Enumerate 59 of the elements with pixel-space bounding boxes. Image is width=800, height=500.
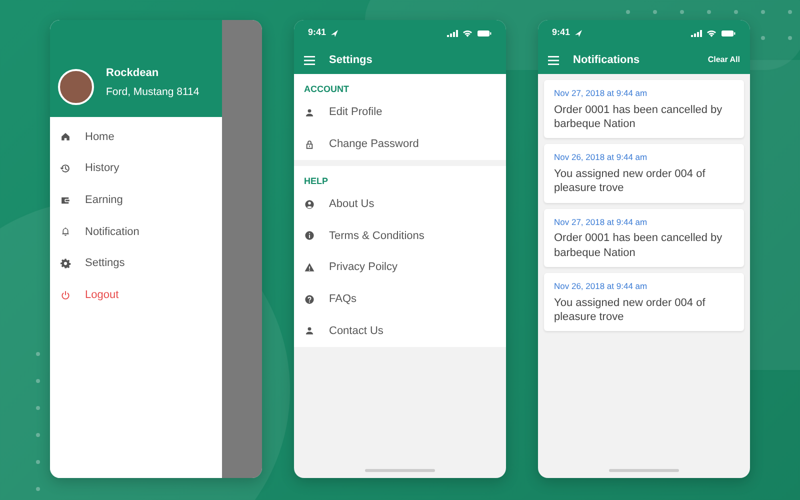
option-row[interactable]: FAQs (294, 283, 506, 316)
notification-time: Nov 26, 2018 at 9:44 am (554, 151, 648, 164)
person-icon (304, 325, 315, 336)
signal-icon (447, 29, 458, 37)
battery-icon (721, 30, 736, 36)
clear-all-button[interactable]: Clear All (708, 54, 740, 66)
notification-card[interactable]: Nov 26, 2018 at 9:44 am You assigned new order 004 of pleasure trove (544, 273, 744, 332)
profile-name: Rockdean (106, 66, 160, 81)
notification-message: You assigned new order 004 of pleasure trove (554, 296, 706, 324)
notification-message: Order 0001 has been cancelled by barbeque Nation (554, 102, 724, 132)
logout-item[interactable]: Logout (50, 279, 222, 312)
power-icon (60, 290, 71, 301)
info-icon (304, 230, 315, 242)
option-row[interactable]: Privacy Poilcy (294, 252, 506, 284)
menu-item[interactable]: Earning (50, 184, 222, 216)
notification-card[interactable]: Nov 27, 2018 at 9:44 am Order 0001 has been cancelled by barbeque Nation (544, 80, 744, 138)
option-row[interactable]: Terms & Conditions (294, 220, 506, 252)
menu-item[interactable]: Home (50, 121, 222, 153)
menu-item[interactable]: Notification (50, 216, 222, 248)
home-indicator (365, 469, 435, 472)
screen-title: Notifications (573, 52, 640, 68)
notification-message: You assigned new order 004 of pleasure trove (554, 167, 706, 196)
menu-item[interactable]: Settings (50, 248, 222, 280)
notification-message: Order 0001 has been cancelled by barbeque Nation (554, 231, 724, 260)
signal-icon (691, 29, 702, 37)
lock-icon (304, 138, 315, 150)
home-icon (60, 131, 71, 142)
wifi-icon (706, 29, 717, 37)
option-row[interactable]: Contact Us (294, 315, 506, 347)
home-indicator (609, 469, 679, 472)
section-heading: HELP (303, 174, 330, 188)
menu-item[interactable]: History (50, 152, 222, 184)
notification-time: Nov 27, 2018 at 9:44 am (554, 216, 648, 228)
wallet-icon (60, 194, 71, 206)
avatar (58, 69, 94, 105)
help-icon (304, 294, 315, 305)
option-row[interactable]: Edit Profile (294, 96, 506, 128)
screen-title: Settings (329, 52, 372, 68)
option-row[interactable]: About Us (294, 188, 506, 220)
location-arrow-icon (330, 29, 338, 37)
notification-time: Nov 26, 2018 at 9:44 am (554, 280, 648, 293)
notification-card[interactable]: Nov 26, 2018 at 9:44 am You assigned new order 004 of pleasure trove (544, 144, 744, 203)
vehicle-info: Ford, Mustang 8114 (106, 85, 200, 100)
warning-icon (304, 262, 315, 274)
wifi-icon (462, 29, 473, 37)
notification-time: Nov 27, 2018 at 9:44 am (554, 87, 648, 100)
section-heading: ACCOUNT (303, 83, 350, 96)
status-time: 9:41 (308, 26, 326, 40)
settings-icon (60, 258, 71, 270)
menu-icon (304, 56, 315, 64)
menu-icon (548, 56, 559, 64)
option-row[interactable]: Change Password (294, 128, 506, 160)
history-icon (60, 163, 71, 174)
notification-card[interactable]: Nov 27, 2018 at 9:44 am Order 0001 has been cancelled by barbeque Nation (544, 208, 744, 268)
battery-icon (477, 30, 492, 36)
status-time: 9:41 (552, 26, 570, 40)
person-icon (304, 106, 315, 118)
bell-icon (60, 226, 71, 238)
location-arrow-icon (574, 29, 582, 37)
